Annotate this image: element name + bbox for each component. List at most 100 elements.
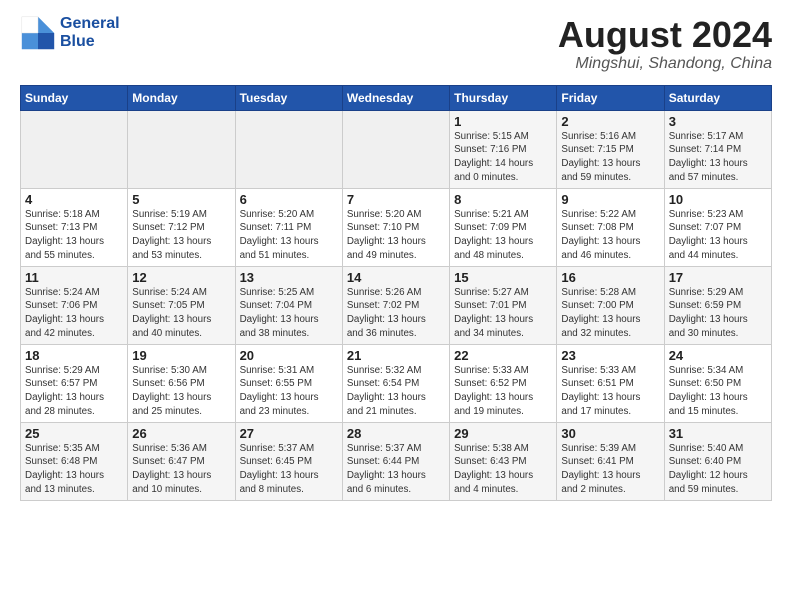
day-number: 27: [240, 426, 338, 441]
day-number: 11: [25, 270, 123, 285]
day-info: Sunrise: 5:33 AM Sunset: 6:51 PM Dayligh…: [561, 364, 659, 419]
day-number: 23: [561, 348, 659, 363]
calendar-cell: 7Sunrise: 5:20 AM Sunset: 7:10 PM Daylig…: [342, 188, 449, 266]
calendar-cell: 29Sunrise: 5:38 AM Sunset: 6:43 PM Dayli…: [450, 422, 557, 500]
calendar-cell: 5Sunrise: 5:19 AM Sunset: 7:12 PM Daylig…: [128, 188, 235, 266]
col-saturday: Saturday: [664, 85, 771, 110]
day-number: 22: [454, 348, 552, 363]
day-info: Sunrise: 5:16 AM Sunset: 7:15 PM Dayligh…: [561, 130, 659, 185]
day-number: 24: [669, 348, 767, 363]
calendar-cell: 25Sunrise: 5:35 AM Sunset: 6:48 PM Dayli…: [21, 422, 128, 500]
day-info: Sunrise: 5:29 AM Sunset: 6:59 PM Dayligh…: [669, 286, 767, 341]
calendar-cell: 1Sunrise: 5:15 AM Sunset: 7:16 PM Daylig…: [450, 110, 557, 188]
day-number: 5: [132, 192, 230, 207]
logo: General Blue: [20, 15, 120, 51]
day-number: 30: [561, 426, 659, 441]
day-info: Sunrise: 5:26 AM Sunset: 7:02 PM Dayligh…: [347, 286, 445, 341]
week-row-4: 18Sunrise: 5:29 AM Sunset: 6:57 PM Dayli…: [21, 344, 772, 422]
calendar-cell: 6Sunrise: 5:20 AM Sunset: 7:11 PM Daylig…: [235, 188, 342, 266]
day-number: 26: [132, 426, 230, 441]
day-info: Sunrise: 5:37 AM Sunset: 6:44 PM Dayligh…: [347, 442, 445, 497]
day-info: Sunrise: 5:33 AM Sunset: 6:52 PM Dayligh…: [454, 364, 552, 419]
calendar-cell: 16Sunrise: 5:28 AM Sunset: 7:00 PM Dayli…: [557, 266, 664, 344]
day-number: 6: [240, 192, 338, 207]
col-monday: Monday: [128, 85, 235, 110]
day-info: Sunrise: 5:31 AM Sunset: 6:55 PM Dayligh…: [240, 364, 338, 419]
day-info: Sunrise: 5:19 AM Sunset: 7:12 PM Dayligh…: [132, 208, 230, 263]
header: General Blue August 2024 Mingshui, Shand…: [20, 15, 772, 73]
day-number: 15: [454, 270, 552, 285]
day-number: 28: [347, 426, 445, 441]
calendar-cell: 30Sunrise: 5:39 AM Sunset: 6:41 PM Dayli…: [557, 422, 664, 500]
col-tuesday: Tuesday: [235, 85, 342, 110]
day-info: Sunrise: 5:18 AM Sunset: 7:13 PM Dayligh…: [25, 208, 123, 263]
day-number: 9: [561, 192, 659, 207]
page: General Blue August 2024 Mingshui, Shand…: [0, 0, 792, 511]
calendar-cell: 26Sunrise: 5:36 AM Sunset: 6:47 PM Dayli…: [128, 422, 235, 500]
calendar-cell: 15Sunrise: 5:27 AM Sunset: 7:01 PM Dayli…: [450, 266, 557, 344]
day-number: 29: [454, 426, 552, 441]
day-number: 7: [347, 192, 445, 207]
day-info: Sunrise: 5:20 AM Sunset: 7:10 PM Dayligh…: [347, 208, 445, 263]
day-info: Sunrise: 5:15 AM Sunset: 7:16 PM Dayligh…: [454, 130, 552, 185]
week-row-3: 11Sunrise: 5:24 AM Sunset: 7:06 PM Dayli…: [21, 266, 772, 344]
calendar-cell: 9Sunrise: 5:22 AM Sunset: 7:08 PM Daylig…: [557, 188, 664, 266]
day-info: Sunrise: 5:24 AM Sunset: 7:05 PM Dayligh…: [132, 286, 230, 341]
day-number: 2: [561, 114, 659, 129]
calendar-cell: 10Sunrise: 5:23 AM Sunset: 7:07 PM Dayli…: [664, 188, 771, 266]
calendar-cell: [128, 110, 235, 188]
calendar-cell: 2Sunrise: 5:16 AM Sunset: 7:15 PM Daylig…: [557, 110, 664, 188]
day-number: 10: [669, 192, 767, 207]
logo-text: General Blue: [60, 15, 120, 50]
day-info: Sunrise: 5:27 AM Sunset: 7:01 PM Dayligh…: [454, 286, 552, 341]
calendar-cell: 27Sunrise: 5:37 AM Sunset: 6:45 PM Dayli…: [235, 422, 342, 500]
month-year-title: August 2024: [558, 15, 772, 55]
title-block: August 2024 Mingshui, Shandong, China: [558, 15, 772, 73]
day-number: 16: [561, 270, 659, 285]
day-number: 8: [454, 192, 552, 207]
week-row-5: 25Sunrise: 5:35 AM Sunset: 6:48 PM Dayli…: [21, 422, 772, 500]
day-number: 14: [347, 270, 445, 285]
day-number: 18: [25, 348, 123, 363]
logo-icon: [20, 15, 56, 51]
calendar-cell: 18Sunrise: 5:29 AM Sunset: 6:57 PM Dayli…: [21, 344, 128, 422]
calendar-cell: 13Sunrise: 5:25 AM Sunset: 7:04 PM Dayli…: [235, 266, 342, 344]
day-number: 20: [240, 348, 338, 363]
day-info: Sunrise: 5:38 AM Sunset: 6:43 PM Dayligh…: [454, 442, 552, 497]
col-thursday: Thursday: [450, 85, 557, 110]
day-number: 19: [132, 348, 230, 363]
day-info: Sunrise: 5:20 AM Sunset: 7:11 PM Dayligh…: [240, 208, 338, 263]
day-info: Sunrise: 5:32 AM Sunset: 6:54 PM Dayligh…: [347, 364, 445, 419]
calendar-cell: 19Sunrise: 5:30 AM Sunset: 6:56 PM Dayli…: [128, 344, 235, 422]
day-number: 17: [669, 270, 767, 285]
day-number: 31: [669, 426, 767, 441]
day-number: 13: [240, 270, 338, 285]
calendar-cell: 23Sunrise: 5:33 AM Sunset: 6:51 PM Dayli…: [557, 344, 664, 422]
day-info: Sunrise: 5:34 AM Sunset: 6:50 PM Dayligh…: [669, 364, 767, 419]
day-number: 4: [25, 192, 123, 207]
col-friday: Friday: [557, 85, 664, 110]
calendar-cell: 21Sunrise: 5:32 AM Sunset: 6:54 PM Dayli…: [342, 344, 449, 422]
day-number: 3: [669, 114, 767, 129]
day-info: Sunrise: 5:23 AM Sunset: 7:07 PM Dayligh…: [669, 208, 767, 263]
day-info: Sunrise: 5:39 AM Sunset: 6:41 PM Dayligh…: [561, 442, 659, 497]
calendar-cell: 31Sunrise: 5:40 AM Sunset: 6:40 PM Dayli…: [664, 422, 771, 500]
day-info: Sunrise: 5:22 AM Sunset: 7:08 PM Dayligh…: [561, 208, 659, 263]
week-row-2: 4Sunrise: 5:18 AM Sunset: 7:13 PM Daylig…: [21, 188, 772, 266]
day-info: Sunrise: 5:36 AM Sunset: 6:47 PM Dayligh…: [132, 442, 230, 497]
col-wednesday: Wednesday: [342, 85, 449, 110]
day-info: Sunrise: 5:29 AM Sunset: 6:57 PM Dayligh…: [25, 364, 123, 419]
day-info: Sunrise: 5:17 AM Sunset: 7:14 PM Dayligh…: [669, 130, 767, 185]
day-number: 1: [454, 114, 552, 129]
calendar-cell: [235, 110, 342, 188]
calendar-cell: 17Sunrise: 5:29 AM Sunset: 6:59 PM Dayli…: [664, 266, 771, 344]
calendar-cell: 22Sunrise: 5:33 AM Sunset: 6:52 PM Dayli…: [450, 344, 557, 422]
calendar-cell: 11Sunrise: 5:24 AM Sunset: 7:06 PM Dayli…: [21, 266, 128, 344]
col-sunday: Sunday: [21, 85, 128, 110]
day-info: Sunrise: 5:30 AM Sunset: 6:56 PM Dayligh…: [132, 364, 230, 419]
calendar-cell: 28Sunrise: 5:37 AM Sunset: 6:44 PM Dayli…: [342, 422, 449, 500]
week-row-1: 1Sunrise: 5:15 AM Sunset: 7:16 PM Daylig…: [21, 110, 772, 188]
calendar-cell: 8Sunrise: 5:21 AM Sunset: 7:09 PM Daylig…: [450, 188, 557, 266]
calendar-cell: 20Sunrise: 5:31 AM Sunset: 6:55 PM Dayli…: [235, 344, 342, 422]
day-info: Sunrise: 5:25 AM Sunset: 7:04 PM Dayligh…: [240, 286, 338, 341]
